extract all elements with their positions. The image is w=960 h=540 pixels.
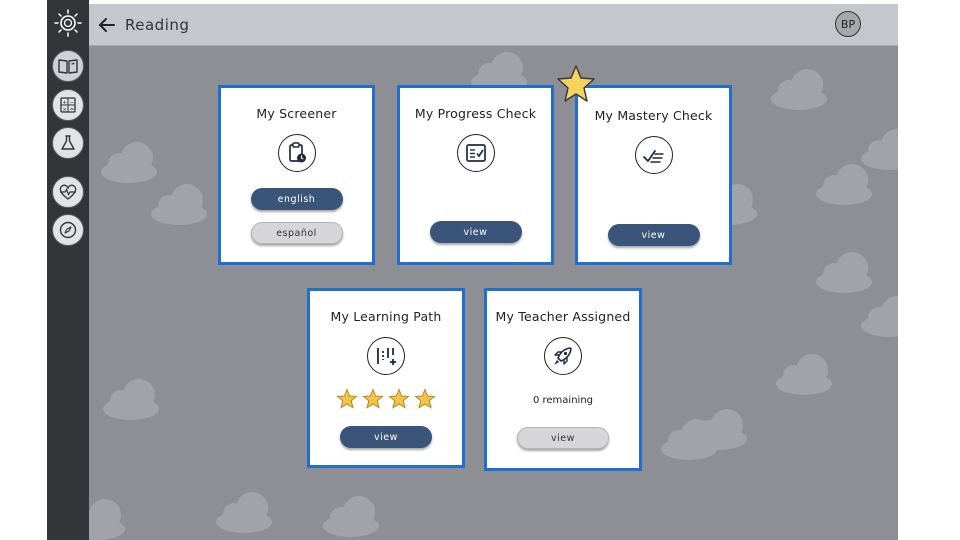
progress-view-button[interactable]: view (429, 221, 522, 243)
back-arrow-icon[interactable] (97, 15, 117, 35)
check-lines-icon (634, 136, 673, 174)
sidebar: + − × = (47, 0, 89, 540)
book-icon (58, 59, 78, 74)
card-my-screener: My Screener english español (218, 85, 375, 265)
compass-icon (59, 221, 77, 239)
avatar[interactable]: BP (835, 11, 861, 37)
remaining-count: 0 remaining (532, 395, 594, 406)
card-my-teacher-assigned: My Teacher Assigned 0 remaining view (484, 288, 642, 471)
sidebar-item-math[interactable]: + − × = (52, 89, 84, 121)
rocket-icon (544, 337, 582, 375)
sidebar-item-explore[interactable] (52, 214, 84, 246)
english-button[interactable]: english (250, 188, 343, 210)
star-filled-icon (362, 388, 384, 409)
top-bar: Reading BP (89, 4, 898, 46)
svg-text:−: − (70, 100, 75, 106)
card-title: My Learning Path (330, 309, 442, 324)
svg-text:=: = (70, 107, 75, 113)
card-my-learning-path: My Learning Path view (307, 288, 465, 468)
page-title: Reading (125, 16, 190, 34)
heart-pulse-icon (59, 184, 77, 200)
star-filled-icon (414, 388, 436, 409)
learning-path-view-button[interactable]: view (340, 426, 432, 448)
card-title: My Progress Check (414, 106, 537, 121)
svg-text:×: × (62, 107, 67, 113)
calculator-icon: + − × = (60, 97, 76, 113)
rating-stars (310, 388, 462, 410)
star-filled-icon (388, 388, 410, 409)
star-icon (557, 65, 595, 102)
teacher-view-button[interactable]: view (517, 427, 609, 449)
app-window: + − × = Reading BP My Screener english e… (47, 0, 898, 540)
sidebar-item-health[interactable] (52, 176, 84, 208)
espanol-button[interactable]: español (250, 222, 343, 244)
sidebar-item-science[interactable] (52, 127, 84, 159)
card-title: My Mastery Check (594, 108, 713, 123)
checklist-icon (456, 134, 495, 172)
card-my-mastery-check: My Mastery Check view (575, 85, 732, 265)
path-plus-icon (367, 337, 405, 375)
flask-icon (61, 135, 75, 150)
star-filled-icon (336, 388, 358, 409)
card-title: My Teacher Assigned (495, 309, 631, 324)
card-my-progress-check: My Progress Check view (397, 85, 554, 265)
sun-logo-icon[interactable] (51, 6, 85, 40)
svg-text:+: + (62, 100, 67, 106)
card-title: My Screener (256, 106, 337, 121)
clipboard-clock-icon (277, 134, 316, 172)
sidebar-item-reading[interactable] (52, 50, 84, 82)
mastery-view-button[interactable]: view (607, 224, 700, 246)
main-area: My Screener english español My Progress … (89, 46, 898, 540)
